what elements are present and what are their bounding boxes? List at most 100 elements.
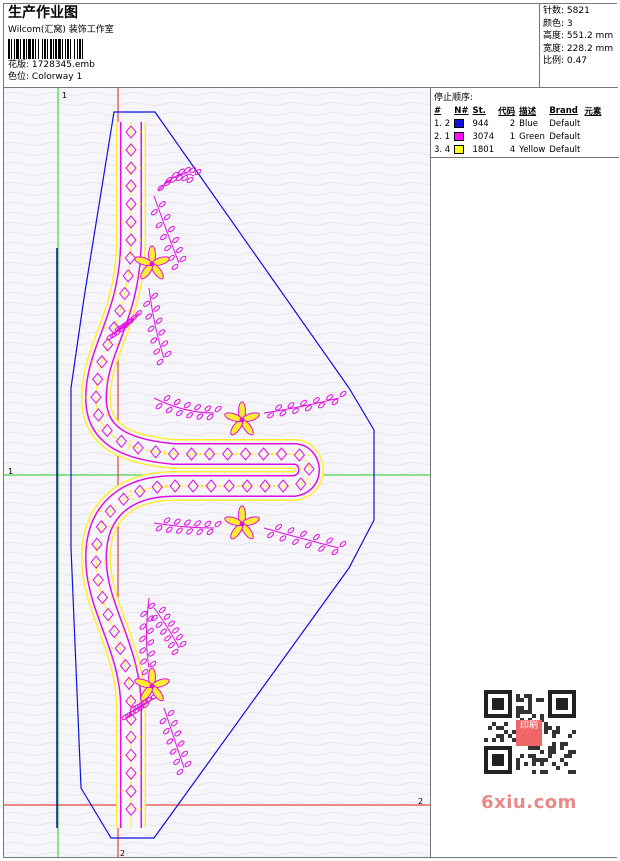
guide-label-h1: 1 xyxy=(8,467,13,476)
seal-stamp-icon: 印刷 xyxy=(516,720,542,746)
dot-motif xyxy=(85,395,89,399)
stat-value: 0.47 xyxy=(566,56,587,67)
dot-motif xyxy=(138,772,142,775)
dot-motif xyxy=(200,484,204,488)
stitch-count: 944 xyxy=(472,119,489,129)
dot-motif xyxy=(271,452,274,456)
stop-sequence-table: # N# St. 代码 描述 Brand 元素 1. 2 944 2 Blue … xyxy=(433,105,604,157)
stat-value: 3 xyxy=(566,18,573,29)
dot-motif xyxy=(110,647,113,650)
stat-label: 针数: xyxy=(543,6,565,16)
dot-motif xyxy=(96,429,100,432)
colorway-line: 色位: Colorway 1 xyxy=(8,71,114,83)
dot-motif xyxy=(138,202,142,206)
stat-width: 宽度: 228.2 mm xyxy=(543,43,615,56)
page-title: 生产作业图 xyxy=(8,5,78,21)
dot-motif xyxy=(115,343,118,346)
header: 生产作业图 Wilcom(汇窝) 装饰工作室 花版: 1728345.emb 色… xyxy=(4,4,618,88)
color-swatch-cell xyxy=(453,131,471,144)
table-row: 3. 4 1801 4 Yellow Default xyxy=(433,144,604,157)
header-info: 生产作业图 Wilcom(汇窝) 装饰工作室 花版: 1728345.emb 色… xyxy=(8,4,114,83)
dot-motif xyxy=(120,220,124,224)
dot-motif xyxy=(138,736,142,739)
barcode xyxy=(8,39,114,59)
dot-motif xyxy=(163,450,166,453)
element-cell xyxy=(583,144,604,157)
color-swatch xyxy=(454,119,465,128)
stop-num: 1. 2 xyxy=(434,119,451,129)
dot-motif xyxy=(87,578,91,582)
design-canvas: 1 1 2 2 xyxy=(4,88,430,857)
watermark-text: 6xiu.com xyxy=(481,792,577,813)
embroidery-design: 1 1 2 2 xyxy=(4,88,430,857)
stat-label: 宽度: xyxy=(543,43,565,54)
design-file-line: 花版: 1728345.emb xyxy=(8,59,114,71)
dot-motif xyxy=(138,130,142,134)
stop-num: 3. 4 xyxy=(434,145,451,155)
thread-code: 2 xyxy=(509,119,516,129)
col-header: St. xyxy=(472,106,486,116)
thread-desc: Yellow xyxy=(519,145,546,155)
dot-motif xyxy=(100,510,103,513)
seal-text: 印刷 xyxy=(519,721,538,731)
dot-motif xyxy=(235,452,238,456)
dot-motif xyxy=(114,292,117,295)
stat-height: 高度: 551.2 mm xyxy=(543,30,615,43)
col-header: # xyxy=(434,106,442,116)
dot-motif xyxy=(120,184,124,188)
col-header: 描述 xyxy=(519,107,537,117)
dot-motif xyxy=(272,484,276,488)
thread-brand: Default xyxy=(549,132,581,142)
thread-brand: Default xyxy=(549,119,581,129)
thread-desc: Green xyxy=(519,132,545,142)
dot-motif xyxy=(120,790,124,793)
dot-motif xyxy=(103,560,107,564)
colorway-label: 色位: xyxy=(8,72,30,82)
dot-motif xyxy=(109,525,112,529)
guide-label-v2: 2 xyxy=(120,849,125,857)
guide-label-h2: 2 xyxy=(418,797,423,806)
dot-motif xyxy=(110,596,113,599)
color-swatch xyxy=(454,132,465,141)
flower-center-icon xyxy=(239,417,245,423)
dot-motif xyxy=(120,256,123,260)
element-cell xyxy=(583,118,604,131)
element-cell xyxy=(583,131,604,144)
col-header: Brand xyxy=(549,106,578,116)
thread-code: 1 xyxy=(509,132,516,142)
dot-motif xyxy=(127,446,131,450)
stat-stitches: 针数: 5821 xyxy=(543,5,615,18)
stop-num: 2. 1 xyxy=(434,132,451,142)
dot-motif xyxy=(131,497,134,501)
dot-motif xyxy=(97,613,101,616)
stitch-count: 1801 xyxy=(472,145,495,155)
dot-motif xyxy=(138,166,142,170)
thread-desc: Blue xyxy=(519,119,538,129)
dot-motif xyxy=(118,682,122,685)
stat-value: 551.2 mm xyxy=(566,31,614,42)
table-row: 1. 2 944 2 Blue Default xyxy=(433,118,604,131)
dot-motif xyxy=(163,452,166,456)
table-row: 2. 1 3074 1 Green Default xyxy=(433,131,604,144)
stitch-count: 3074 xyxy=(472,132,495,142)
dot-motif xyxy=(120,754,124,757)
dot-motif xyxy=(308,482,311,486)
col-header: 代码 xyxy=(498,107,516,117)
stats-panel: 针数: 5821 颜色: 3 高度: 551.2 mm 宽度: 228.2 mm… xyxy=(539,4,618,88)
color-swatch-cell xyxy=(453,144,471,157)
dot-motif xyxy=(138,238,142,242)
dot-motif xyxy=(86,542,90,546)
colorway-name: Colorway 1 xyxy=(31,72,83,82)
dot-motif xyxy=(127,309,131,313)
thread-code: 4 xyxy=(509,145,516,155)
color-swatch xyxy=(454,145,465,154)
dot-motif xyxy=(138,808,142,811)
dot-motif xyxy=(120,148,124,152)
company-name: Wilcom(汇窝) 装饰工作室 xyxy=(8,25,114,35)
dot-motif xyxy=(199,452,202,456)
flower-center-icon xyxy=(149,683,155,689)
col-header: 元素 xyxy=(584,107,602,117)
dot-motif xyxy=(129,440,132,443)
dot-motif xyxy=(135,274,139,278)
panel-divider xyxy=(431,157,619,158)
